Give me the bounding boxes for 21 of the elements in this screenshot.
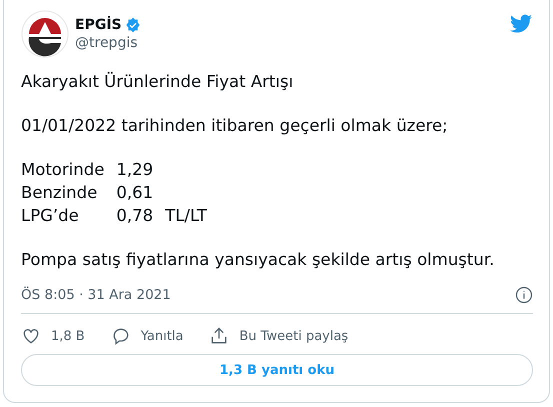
account-handle[interactable]: @trepgis [75,35,503,51]
price-label: Benzinde [21,182,98,204]
like-button[interactable]: 1,8 B [21,326,85,346]
price-value: 0,61 [116,182,154,204]
price-label: Motorinde [21,159,104,181]
share-button[interactable]: Bu Tweeti paylaş [209,326,348,346]
price-unit: TL/LT [165,205,207,227]
price-value: 1,29 [116,159,154,181]
price-value: 0,78 [116,205,154,227]
tweet-title: Akaryakıt Ürünlerinde Fiyat Artışı [21,70,294,93]
price-label: LPG’de [21,205,80,227]
account-name[interactable]: EPGİS [75,17,122,33]
info-icon[interactable] [515,286,533,304]
tweet-text: Pompa satış fiyatlarına yansıyacak şekilde artış olmuştur. [21,249,496,271]
speech-bubble-icon [110,326,131,346]
reply-button[interactable]: Yanıtla [110,326,184,346]
share-icon [209,326,230,346]
avatar[interactable] [21,10,69,58]
timestamp[interactable]: ÖS 8:05 · 31 Ara 2021 [21,287,171,303]
heart-icon [21,326,41,346]
tweet-text: 01/01/2022 tarihinden itibaren geçerli olmak üzere; [21,115,449,137]
